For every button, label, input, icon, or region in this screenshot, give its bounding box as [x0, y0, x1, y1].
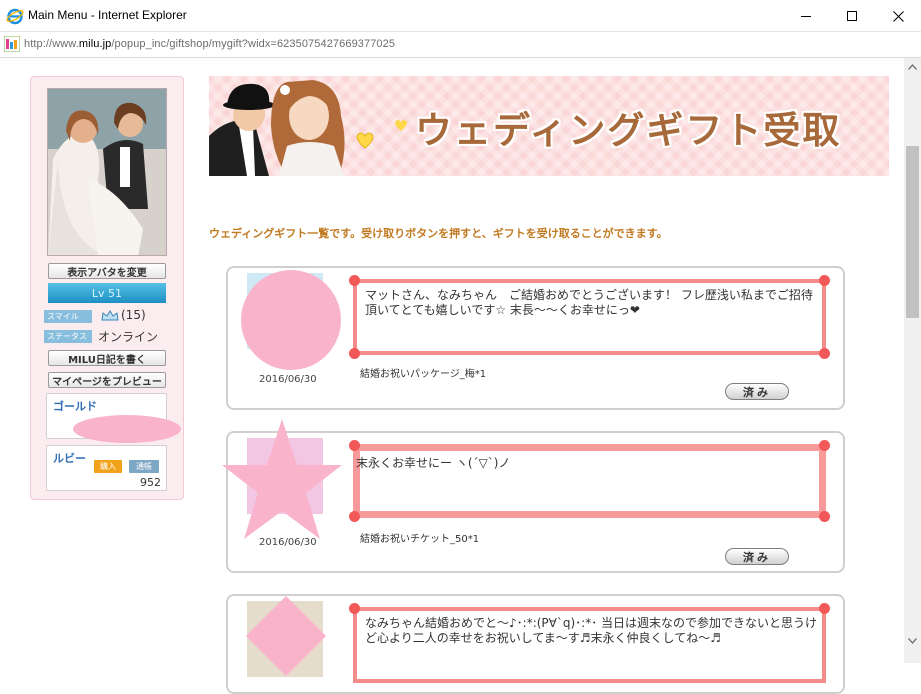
scroll-up-button[interactable]	[904, 58, 921, 75]
vertical-scrollbar[interactable]	[904, 58, 921, 663]
scroll-down-button[interactable]	[904, 632, 921, 649]
gift-date: 2016/06/30	[259, 374, 317, 385]
url-domain: milu.jp	[78, 38, 112, 50]
url-prefix: http://www.	[24, 38, 79, 50]
window-title: Main Menu - Internet Explorer	[28, 8, 187, 22]
message-frame: なみちゃん結婚おめでと～♪･:*:(P∀`q)･:*･ 当日は週末なので参加でき…	[349, 603, 830, 683]
received-button[interactable]: 済み	[725, 548, 789, 565]
ruby-box: ルビー 購入 通帳 952	[46, 445, 167, 491]
smile-crown-icon	[101, 309, 119, 320]
intro-text: ウェディングギフト一覧です。受け取りボタンを押すと、ギフトを受け取ることができま…	[209, 227, 668, 240]
chevron-up-icon	[908, 63, 917, 70]
gift-item-name: 結婚お祝いチケット_50*1	[360, 534, 480, 545]
minimize-icon	[801, 16, 811, 17]
redaction-ellipse	[73, 415, 181, 443]
message-frame: 末永くお幸せにー ヽ(´▽`)ノ	[349, 440, 830, 522]
chevron-down-icon	[908, 637, 917, 644]
gift-date: 2016/06/30	[259, 537, 317, 548]
redaction-star	[222, 419, 342, 539]
maximize-icon	[847, 11, 857, 21]
gift-card: なみちゃん結婚おめでと～♪･:*:(P∀`q)･:*･ 当日は週末なので参加でき…	[226, 594, 845, 694]
message-frame: マットさん、なみちゃん ご結婚おめでとうございます！ フレ歴浅い私までご招待頂い…	[349, 275, 830, 359]
status-value: オンライン	[98, 330, 159, 344]
minimize-button[interactable]	[783, 0, 829, 32]
profile-sidebar: 表示アバタを変更 Lv 51 スマイル (15) ステータス オンライン MIL…	[30, 76, 184, 500]
scrollbar-thumb[interactable]	[906, 146, 919, 318]
maximize-button[interactable]	[829, 0, 875, 32]
ruby-amount: 952	[140, 476, 161, 489]
gift-card: 2016/06/30 末永くお幸せにー ヽ(´▽`)ノ 結婚お祝いチケット_50…	[222, 419, 845, 573]
couple-illustration	[209, 80, 407, 176]
url-path: /popup_inc/giftshop/mygift?widx=62350754…	[111, 38, 396, 50]
write-diary-button[interactable]: MILU日記を書く	[48, 350, 166, 366]
close-button[interactable]	[875, 0, 921, 32]
gold-label: ゴールド	[53, 400, 97, 413]
preview-mypage-button[interactable]: マイページをプレビュー	[48, 372, 166, 388]
gift-message: マットさん、なみちゃん ご結婚おめでとうございます！ フレ歴浅い私までご招待頂い…	[365, 288, 813, 317]
banner-title: ウェディングギフト受取	[415, 109, 842, 152]
smile-tag: スマイル	[44, 310, 92, 323]
internet-explorer-icon	[6, 8, 24, 25]
gift-item-name: 結婚お祝いパッケージ_梅*1	[360, 369, 487, 380]
site-favicon-icon	[4, 36, 20, 52]
status-tag: ステータス	[44, 330, 92, 343]
gift-message: 末永くお幸せにー ヽ(´▽`)ノ	[356, 456, 511, 470]
close-icon	[892, 10, 904, 22]
change-avatar-button[interactable]: 表示アバタを変更	[48, 263, 166, 279]
redaction-diamond	[246, 596, 326, 676]
gift-message: なみちゃん結婚おめでと～♪･:*:(P∀`q)･:*･ 当日は週末なので参加でき…	[365, 616, 818, 645]
received-button[interactable]: 済み	[725, 383, 789, 400]
wedding-gift-banner: ウェディングギフト受取	[209, 76, 889, 176]
smile-count: (15)	[121, 308, 146, 322]
level-bar: Lv 51	[48, 283, 166, 303]
avatar-image	[47, 88, 167, 256]
ruby-label: ルビー	[53, 452, 86, 465]
ruby-buy-button[interactable]: 購入	[94, 460, 122, 473]
smile-value: (15)	[101, 308, 146, 322]
url-text[interactable]: http://www.milu.jp/popup_inc/giftshop/my…	[24, 38, 395, 50]
redaction-circle	[241, 270, 341, 370]
gift-card: 2016/06/30 マットさん、なみちゃん ご結婚おめでとうございます！ フレ…	[226, 266, 845, 410]
window-titlebar: Main Menu - Internet Explorer	[0, 0, 921, 32]
address-bar[interactable]: http://www.milu.jp/popup_inc/giftshop/my…	[0, 32, 921, 58]
ruby-history-button[interactable]: 通帳	[129, 460, 159, 473]
